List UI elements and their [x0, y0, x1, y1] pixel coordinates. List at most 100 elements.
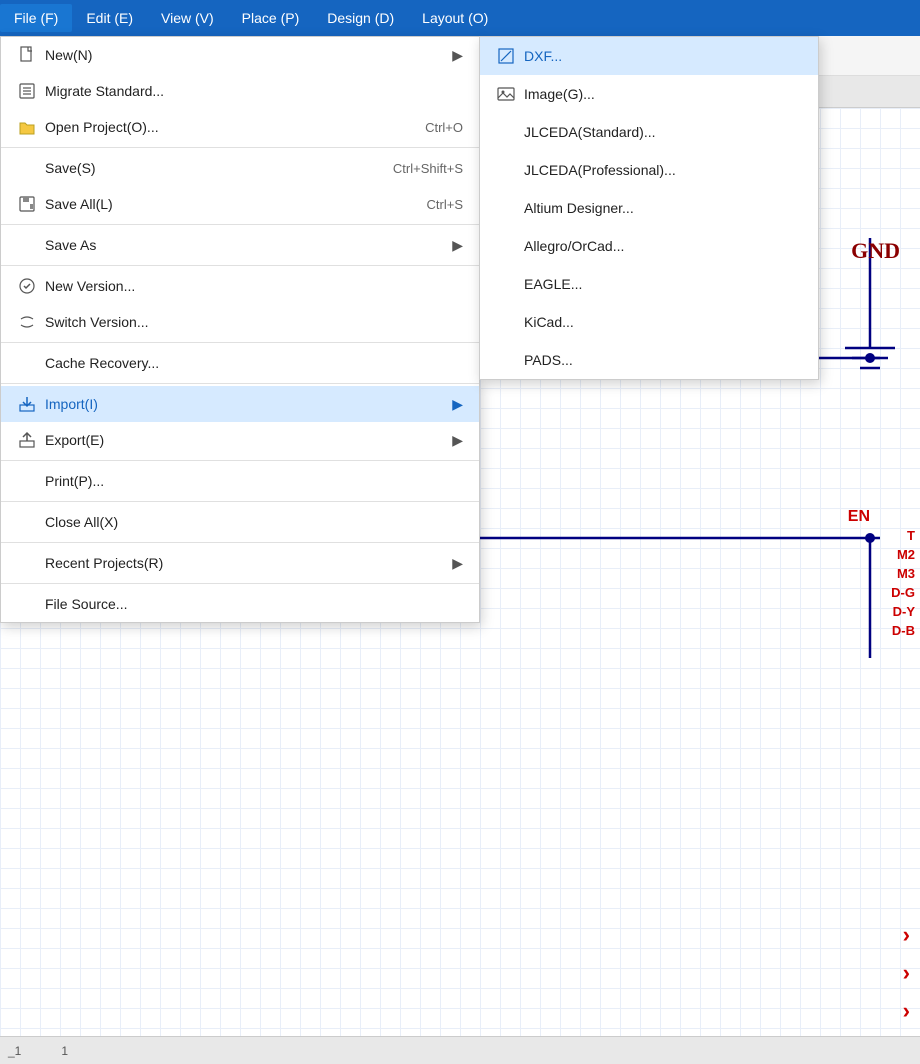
import-allegro[interactable]: Allegro/OrCad...	[480, 227, 818, 265]
filesrc-label: File Source...	[45, 596, 463, 612]
saveall-label: Save All(L)	[45, 196, 407, 212]
saveas-arrow: ▶	[452, 237, 463, 254]
sep4	[1, 342, 479, 343]
sep2	[1, 224, 479, 225]
menu-design[interactable]: Design (D)	[313, 4, 408, 32]
label-db: D-B	[891, 623, 915, 638]
import-icon	[13, 395, 41, 413]
import-image[interactable]: Image(G)...	[480, 75, 818, 113]
label-m2: M2	[891, 547, 915, 562]
menu-item-newver[interactable]: New Version...	[1, 268, 479, 304]
pads-label: PADS...	[524, 352, 802, 368]
import-eagle[interactable]: EAGLE...	[480, 265, 818, 303]
label-t: T	[891, 528, 915, 543]
new-icon	[13, 46, 41, 64]
label-dy: D-Y	[891, 604, 915, 619]
switchver-icon	[13, 313, 41, 331]
migrate-label: Migrate Standard...	[45, 83, 463, 99]
menu-item-filesrc[interactable]: File Source...	[1, 586, 479, 622]
menu-item-save[interactable]: Save(S) Ctrl+Shift+S	[1, 150, 479, 186]
arrow-2: ›	[903, 960, 910, 986]
menu-item-switchver[interactable]: Switch Version...	[1, 304, 479, 340]
status-text-1: _1	[8, 1044, 21, 1058]
jlcpro-label: JLCEDA(Professional)...	[524, 162, 802, 178]
menu-item-open[interactable]: Open Project(O)... Ctrl+O	[1, 109, 479, 145]
switchver-label: Switch Version...	[45, 314, 463, 330]
menu-edit[interactable]: Edit (E)	[72, 4, 147, 32]
allegro-label: Allegro/OrCad...	[524, 238, 802, 254]
sep9	[1, 583, 479, 584]
menu-place[interactable]: Place (P)	[228, 4, 314, 32]
recent-label: Recent Projects(R)	[45, 555, 444, 571]
sep7	[1, 501, 479, 502]
menu-item-new[interactable]: New(N) ▶	[1, 37, 479, 73]
jlcstd-label: JLCEDA(Standard)...	[524, 124, 802, 140]
dxf-label: DXF...	[524, 48, 802, 64]
sep1	[1, 147, 479, 148]
open-icon	[13, 118, 41, 136]
menu-item-cache[interactable]: Cache Recovery...	[1, 345, 479, 381]
file-menu: New(N) ▶ Migrate Standard... Open Projec…	[0, 36, 480, 623]
import-altium[interactable]: Altium Designer...	[480, 189, 818, 227]
saveall-shortcut: Ctrl+S	[407, 197, 463, 212]
menu-item-closeall[interactable]: Close All(X)	[1, 504, 479, 540]
menu-item-saveall[interactable]: Save All(L) Ctrl+S	[1, 186, 479, 222]
export-label: Export(E)	[45, 432, 444, 448]
import-label: Import(I)	[45, 396, 444, 412]
import-kicad[interactable]: KiCad...	[480, 303, 818, 341]
saveall-icon	[13, 195, 41, 213]
menu-item-migrate[interactable]: Migrate Standard...	[1, 73, 479, 109]
status-bar: _1 1	[0, 1036, 920, 1064]
import-arrow: ▶	[452, 396, 463, 413]
sep3	[1, 265, 479, 266]
menu-layout[interactable]: Layout (O)	[408, 4, 502, 32]
newver-icon	[13, 277, 41, 295]
arrow-3: ›	[903, 998, 910, 1024]
recent-arrow: ▶	[452, 555, 463, 572]
save-shortcut: Ctrl+Shift+S	[373, 161, 463, 176]
save-label: Save(S)	[45, 160, 373, 176]
import-jlcstd[interactable]: JLCEDA(Standard)...	[480, 113, 818, 151]
right-arrows: › › ›	[903, 922, 910, 1024]
altium-label: Altium Designer...	[524, 200, 802, 216]
open-shortcut: Ctrl+O	[405, 120, 463, 135]
menu-item-print[interactable]: Print(P)...	[1, 463, 479, 499]
dxf-icon	[492, 47, 520, 65]
saveas-label: Save As	[45, 237, 444, 253]
sep6	[1, 460, 479, 461]
open-label: Open Project(O)...	[45, 119, 405, 135]
closeall-label: Close All(X)	[45, 514, 463, 530]
sep8	[1, 542, 479, 543]
status-text-2: 1	[61, 1044, 68, 1058]
import-jlcpro[interactable]: JLCEDA(Professional)...	[480, 151, 818, 189]
new-arrow: ▶	[452, 47, 463, 64]
export-arrow: ▶	[452, 432, 463, 449]
label-m3: M3	[891, 566, 915, 581]
image-icon	[492, 85, 520, 103]
menu-item-recent[interactable]: Recent Projects(R) ▶	[1, 545, 479, 581]
new-label: New(N)	[45, 47, 444, 63]
image-label: Image(G)...	[524, 86, 802, 102]
export-icon	[13, 431, 41, 449]
label-dg: D-G	[891, 585, 915, 600]
menu-view[interactable]: View (V)	[147, 4, 228, 32]
arrow-1: ›	[903, 922, 910, 948]
import-submenu: DXF... Image(G)... JLCEDA(Standard)... J…	[479, 36, 819, 380]
eagle-label: EAGLE...	[524, 276, 802, 292]
cache-label: Cache Recovery...	[45, 355, 463, 371]
menu-item-export[interactable]: Export(E) ▶	[1, 422, 479, 458]
migrate-icon	[13, 82, 41, 100]
newver-label: New Version...	[45, 278, 463, 294]
import-dxf[interactable]: DXF...	[480, 37, 818, 75]
menu-file[interactable]: File (F)	[0, 4, 72, 32]
right-side-labels: T M2 M3 D-G D-Y D-B	[891, 528, 915, 638]
menu-item-import[interactable]: Import(I) ▶	[1, 386, 479, 422]
kicad-label: KiCad...	[524, 314, 802, 330]
print-label: Print(P)...	[45, 473, 463, 489]
menubar: File (F) Edit (E) View (V) Place (P) Des…	[0, 0, 920, 36]
menu-item-saveas[interactable]: Save As ▶	[1, 227, 479, 263]
import-pads[interactable]: PADS...	[480, 341, 818, 379]
en-label: EN	[848, 508, 870, 526]
sep5	[1, 383, 479, 384]
gnd-label: GND	[851, 238, 900, 264]
